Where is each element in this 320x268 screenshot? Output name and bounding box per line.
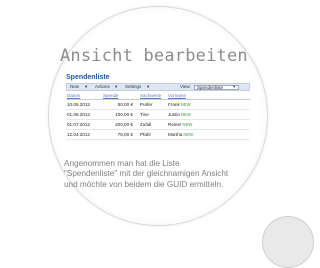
column-header-datum[interactable]: Datum [67, 93, 80, 99]
slide-heading: Ansicht bearbeiten [60, 46, 248, 66]
vorname-link[interactable]: Martha [168, 132, 182, 137]
actions-menu-chevron-icon: ▾ [115, 84, 118, 89]
caption-line: und möchte von beidem die GUID ermitteln… [64, 179, 224, 189]
list-toolbar: New ▾ Actions ▾ Settings ▾ View: Spenden… [66, 83, 250, 91]
list-title: Spendenliste [66, 74, 110, 81]
vorname-link[interactable]: Justin [168, 112, 180, 117]
magnifier-lens-icon [262, 216, 314, 268]
cell-vorname: ReinerNEW [168, 120, 192, 129]
new-badge: NEW [181, 112, 191, 117]
cell-datum: 01.08.2012 [67, 112, 90, 117]
actions-menu-button[interactable]: Actions [95, 84, 110, 90]
vorname-link[interactable]: Reiner [168, 122, 182, 127]
list-row[interactable]: 01.07.2012 200,00 € Zufall ReinerNEW [66, 120, 250, 130]
list-row[interactable]: 10.09.2012 50,00 € Purfer FrankNEW [66, 100, 250, 110]
column-header-sachwerte[interactable]: Sachwerte [140, 93, 161, 99]
cell-sachwerte: Pfahl [140, 132, 151, 137]
new-menu-button[interactable]: New [70, 84, 79, 90]
cell-spende: 50,00 € [117, 102, 133, 107]
list-title-text: Spendenliste [66, 74, 110, 81]
cell-vorname: MarthaNEW [168, 130, 193, 139]
cell-sachwerte: Tine [140, 112, 149, 117]
cell-spende: 200,00 € [115, 122, 133, 127]
cell-spende: 100,00 € [115, 112, 133, 117]
slide-caption: Angenommen man hat die Liste "Spendenlis… [64, 159, 254, 190]
cell-vorname: FrankNEW [168, 100, 191, 109]
list-header: Datum Spende Sachwerte Vorname [66, 93, 250, 100]
column-header-spende[interactable]: Spende [103, 93, 119, 99]
cell-spende: 75,00 € [117, 132, 133, 137]
caption-line: "Spendenliste" mit der gleichnamigen Ans… [64, 169, 229, 179]
view-select-value: Spendenliste [197, 84, 224, 90]
view-select-chevron-icon: ▾ [233, 84, 236, 89]
cell-sachwerte: Zufall [140, 122, 152, 127]
cell-datum: 10.09.2012 [67, 102, 90, 107]
cell-datum: 12.04.2012 [67, 132, 90, 137]
settings-menu-chevron-icon: ▾ [147, 84, 150, 89]
list-row[interactable]: 12.04.2012 75,00 € Pfahl MarthaNEW [66, 130, 250, 140]
new-badge: NEW [180, 102, 191, 107]
settings-menu-button[interactable]: Settings [125, 84, 141, 90]
new-badge: NEW [182, 122, 193, 127]
new-badge: NEW [183, 132, 194, 137]
slide: Ansicht bearbeiten Spendenliste New ▾ Ac… [0, 0, 320, 268]
caption-line: Angenommen man hat die Liste [64, 159, 180, 168]
view-label: View: [180, 84, 191, 89]
list-row[interactable]: 01.08.2012 100,00 € Tine JustinNEW [66, 110, 250, 120]
cell-vorname: JustinNEW [168, 110, 191, 119]
column-header-vorname[interactable]: Vorname [168, 93, 186, 99]
new-menu-chevron-icon: ▾ [85, 84, 88, 89]
vorname-link[interactable]: Frank [168, 102, 180, 107]
cell-datum: 01.07.2012 [67, 122, 90, 127]
cell-sachwerte: Purfer [140, 102, 153, 107]
